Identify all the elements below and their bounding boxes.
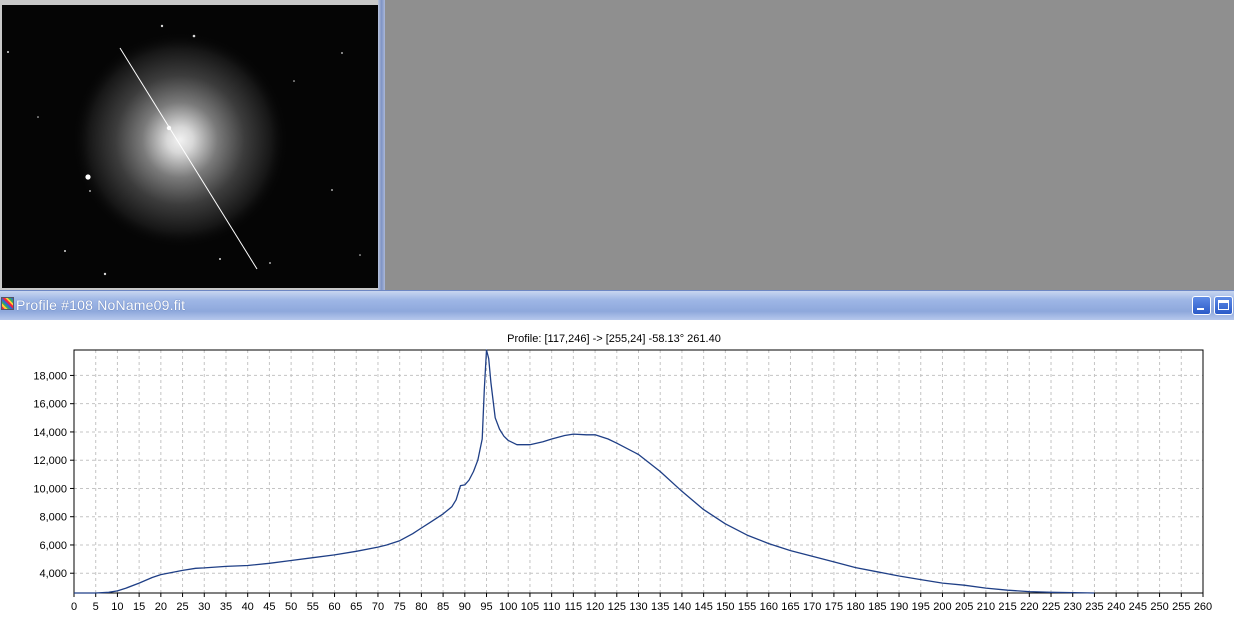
x-tick-label: 165 [781,601,799,613]
x-tick-label: 235 [1085,601,1103,613]
x-tick-label: 20 [155,601,167,613]
x-tick-label: 60 [328,601,340,613]
profile-window-titlebar[interactable]: Profile #108 NoName09.fit [0,290,1234,320]
x-tick-label: 150 [716,601,734,613]
x-tick-label: 220 [1020,601,1038,613]
x-tick-label: 250 [1150,601,1168,613]
x-tick-label: 205 [955,601,973,613]
x-tick-label: 105 [521,601,539,613]
x-tick-label: 260 [1194,601,1212,613]
y-tick-label: 18,000 [33,370,67,382]
x-tick-label: 75 [394,601,406,613]
x-tick-label: 170 [803,601,821,613]
x-tick-label: 90 [459,601,471,613]
profile-series-line [74,349,1095,594]
comet-coma [72,32,288,248]
x-tick-label: 230 [1064,601,1082,613]
y-tick-label: 14,000 [33,427,67,439]
x-tick-label: 155 [738,601,756,613]
x-tick-label: 145 [694,601,712,613]
profile-app-icon [1,297,14,310]
x-tick-label: 195 [912,601,930,613]
x-tick-label: 135 [651,601,669,613]
chart-series-layer [74,349,1095,594]
x-tick-label: 175 [825,601,843,613]
x-tick-label: 65 [350,601,362,613]
x-tick-label: 200 [933,601,951,613]
x-tick-label: 80 [415,601,427,613]
x-tick-label: 35 [220,601,232,613]
x-tick-label: 115 [565,601,583,613]
chart-grid [74,350,1203,593]
x-tick-label: 70 [372,601,384,613]
x-tick-label: 100 [499,601,517,613]
x-tick-label: 85 [437,601,449,613]
x-tick-label: 0 [71,601,77,613]
y-tick-label: 6,000 [39,540,67,552]
image-window-border[interactable] [378,0,385,290]
image-window[interactable] [0,0,385,290]
x-tick-label: 120 [586,601,604,613]
comet-image [2,5,378,288]
x-tick-label: 125 [608,601,626,613]
minimize-icon[interactable] [1192,296,1211,315]
x-tick-label: 50 [285,601,297,613]
y-tick-label: 16,000 [33,399,67,411]
y-tick-label: 10,000 [33,483,67,495]
x-tick-label: 190 [890,601,908,613]
x-tick-label: 210 [977,601,995,613]
x-tick-label: 180 [846,601,864,613]
x-tick-label: 160 [760,601,778,613]
x-tick-label: 245 [1129,601,1147,613]
profile-chart[interactable]: Profile: [117,246] -> [255,24] -58.13° 2… [0,320,1234,620]
x-tick-label: 15 [133,601,145,613]
x-tick-label: 45 [263,601,275,613]
chart-title: Profile: [117,246] -> [255,24] -58.13° 2… [507,333,721,345]
y-tick-label: 12,000 [33,455,67,467]
x-tick-label: 225 [1042,601,1060,613]
x-tick-label: 30 [198,601,210,613]
x-tick-label: 5 [93,601,99,613]
comet-image-canvas[interactable] [2,5,378,288]
profile-window-title: Profile #108 NoName09.fit [16,297,186,313]
y-tick-label: 8,000 [39,512,67,524]
x-tick-label: 255 [1172,601,1190,613]
x-tick-label: 140 [673,601,691,613]
x-tick-label: 55 [307,601,319,613]
y-tick-label: 4,000 [39,568,67,580]
x-tick-label: 95 [480,601,492,613]
maximize-icon[interactable] [1214,296,1233,315]
x-tick-label: 130 [629,601,647,613]
x-tick-label: 215 [998,601,1016,613]
x-tick-label: 25 [176,601,188,613]
x-tick-label: 240 [1107,601,1125,613]
x-tick-label: 185 [868,601,886,613]
x-tick-label: 40 [242,601,254,613]
x-tick-label: 10 [111,601,123,613]
x-tick-label: 110 [543,601,561,613]
profile-chart-area[interactable]: Profile: [117,246] -> [255,24] -58.13° 2… [0,320,1234,620]
